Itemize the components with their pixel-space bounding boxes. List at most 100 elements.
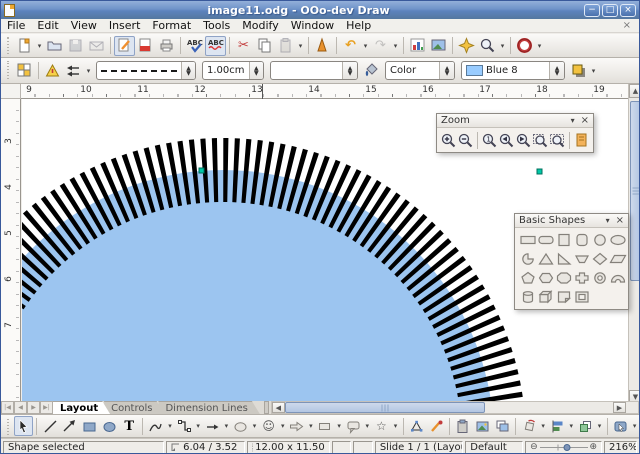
- toolbar-options-icon[interactable]: ▾: [535, 36, 544, 56]
- vertical-ruler[interactable]: 3 4 5 6 7: [1, 99, 21, 401]
- line-icon[interactable]: [42, 61, 63, 81]
- edit-file-icon[interactable]: [114, 36, 135, 56]
- print-icon[interactable]: [156, 36, 177, 56]
- rotate-tool-icon[interactable]: [519, 416, 539, 436]
- isosceles-triangle-shape-icon[interactable]: [537, 250, 555, 267]
- curve-dropdown-icon[interactable]: ▾: [166, 416, 174, 436]
- scroll-up-icon[interactable]: ▲: [629, 84, 640, 98]
- horizontal-scrollbar-thumb[interactable]: [285, 402, 485, 413]
- block-arc-shape-icon[interactable]: [609, 269, 627, 286]
- styles-icon[interactable]: [14, 61, 35, 81]
- callouts-dropdown-icon[interactable]: ▾: [363, 416, 371, 436]
- line-width-value[interactable]: 1.00cm: [203, 65, 249, 76]
- zoom-in-icon[interactable]: [440, 130, 457, 150]
- page-style[interactable]: Default: [465, 441, 523, 454]
- connector-dropdown-icon[interactable]: ▾: [194, 416, 202, 436]
- block-arrows-tool-icon[interactable]: [287, 416, 307, 436]
- toolbar-options-icon[interactable]: ▾: [589, 61, 598, 81]
- fill-type-select[interactable]: Color ▲▼: [385, 61, 455, 80]
- rectangle-shape-icon[interactable]: [519, 231, 537, 248]
- connector-tool-icon[interactable]: [174, 416, 194, 436]
- diamond-shape-icon[interactable]: [591, 250, 609, 267]
- callouts-tool-icon[interactable]: [343, 416, 363, 436]
- panel-close-icon[interactable]: ×: [616, 215, 624, 226]
- line-style-select[interactable]: ▲▼: [96, 61, 196, 80]
- line-color-select[interactable]: ▲▼: [270, 61, 358, 80]
- menu-tools[interactable]: Tools: [197, 19, 236, 33]
- menu-insert[interactable]: Insert: [103, 19, 147, 33]
- line-tool-icon[interactable]: [40, 416, 60, 436]
- chart-icon[interactable]: [407, 36, 428, 56]
- cut-icon[interactable]: ✂: [233, 36, 254, 56]
- regular-pentagon-shape-icon[interactable]: [519, 269, 537, 286]
- redo-icon[interactable]: ↷: [370, 36, 391, 56]
- insert-tool-icon[interactable]: [453, 416, 473, 436]
- glue-points-tool-icon[interactable]: [426, 416, 446, 436]
- zoom-dropdown-icon[interactable]: ▾: [498, 36, 507, 56]
- close-document-icon[interactable]: ×: [615, 20, 639, 31]
- text-tool-icon[interactable]: T: [119, 416, 139, 436]
- horizontal-ruler[interactable]: 9 10 11 12 13 14 15 16 17 18 19: [21, 84, 628, 99]
- circle-shape-icon[interactable]: [591, 231, 609, 248]
- lines-and-arrows-tool-icon[interactable]: [202, 416, 222, 436]
- basic-shapes-titlebar[interactable]: Basic Shapes ▾×: [515, 214, 628, 228]
- menu-window[interactable]: Window: [285, 19, 340, 33]
- rotate-dropdown-icon[interactable]: ▾: [539, 416, 547, 436]
- new-document-icon[interactable]: [14, 36, 35, 56]
- line-width-field[interactable]: 1.00cm ▲▼: [202, 61, 264, 80]
- arrow-tool-icon[interactable]: [60, 416, 80, 436]
- folded-corner-shape-icon[interactable]: [555, 288, 573, 305]
- hexagon-shape-icon[interactable]: [537, 269, 555, 286]
- line-color-spinner[interactable]: ▲▼: [342, 62, 357, 79]
- minimize-button[interactable]: −: [584, 4, 600, 17]
- menu-edit[interactable]: Edit: [31, 19, 64, 33]
- block-arrows-dropdown-icon[interactable]: ▾: [307, 416, 315, 436]
- email-icon[interactable]: [86, 36, 107, 56]
- symbol-shapes-dropdown-icon[interactable]: ▾: [278, 416, 286, 436]
- cylinder-shape-icon[interactable]: [519, 288, 537, 305]
- scroll-right-icon[interactable]: ▶: [613, 402, 626, 413]
- toolbar-grip[interactable]: [5, 417, 12, 435]
- alignment-tool-icon[interactable]: [547, 416, 567, 436]
- redo-dropdown-icon[interactable]: ▾: [391, 36, 400, 56]
- ellipse-tool-icon[interactable]: [100, 416, 120, 436]
- gallery-tool-icon[interactable]: [492, 416, 512, 436]
- flowcharts-dropdown-icon[interactable]: ▾: [335, 416, 343, 436]
- zoom-out-icon[interactable]: [457, 130, 474, 150]
- fill-color-spinner[interactable]: ▲▼: [549, 62, 564, 79]
- right-triangle-shape-icon[interactable]: [555, 250, 573, 267]
- arrange-tool-icon[interactable]: [576, 416, 596, 436]
- menu-format[interactable]: Format: [146, 19, 197, 33]
- open-icon[interactable]: [44, 36, 65, 56]
- fill-color-value[interactable]: Blue 8: [486, 65, 518, 76]
- zoom-panel-titlebar[interactable]: Zoom ▾×: [437, 114, 593, 128]
- toolbar-grip[interactable]: [5, 36, 12, 54]
- tab-dimension-lines[interactable]: Dimension Lines: [158, 401, 259, 414]
- curve-tool-icon[interactable]: [146, 416, 166, 436]
- next-page-icon[interactable]: ▶: [27, 401, 40, 414]
- stars-dropdown-icon[interactable]: ▾: [391, 416, 399, 436]
- parallelogram-shape-icon[interactable]: [609, 250, 627, 267]
- from-file-tool-icon[interactable]: [473, 416, 493, 436]
- selection-handle[interactable]: [537, 169, 542, 174]
- menu-view[interactable]: View: [65, 19, 103, 33]
- save-icon[interactable]: [65, 36, 86, 56]
- selection-handle[interactable]: [199, 168, 204, 173]
- line-width-spinner[interactable]: ▲▼: [249, 62, 263, 79]
- basic-shapes-tool-icon[interactable]: [231, 416, 251, 436]
- fill-type-value[interactable]: Color: [386, 65, 439, 76]
- tab-splitter[interactable]: [264, 401, 269, 414]
- fill-color-select[interactable]: Blue 8 ▲▼: [461, 61, 565, 80]
- new-document-dropdown-icon[interactable]: ▾: [35, 36, 44, 56]
- last-page-icon[interactable]: ▶|: [40, 401, 53, 414]
- first-page-icon[interactable]: |◀: [1, 401, 14, 414]
- paste-icon[interactable]: [275, 36, 296, 56]
- zoom-previous-icon[interactable]: [498, 130, 515, 150]
- optimal-view-icon[interactable]: [573, 130, 590, 150]
- toolbar-grip[interactable]: [5, 61, 12, 81]
- tab-controls[interactable]: Controls: [104, 401, 164, 414]
- select-tool-icon[interactable]: [14, 416, 34, 436]
- help-icon[interactable]: [514, 36, 535, 56]
- gallery-icon[interactable]: [428, 36, 449, 56]
- square-shape-icon[interactable]: [555, 231, 573, 248]
